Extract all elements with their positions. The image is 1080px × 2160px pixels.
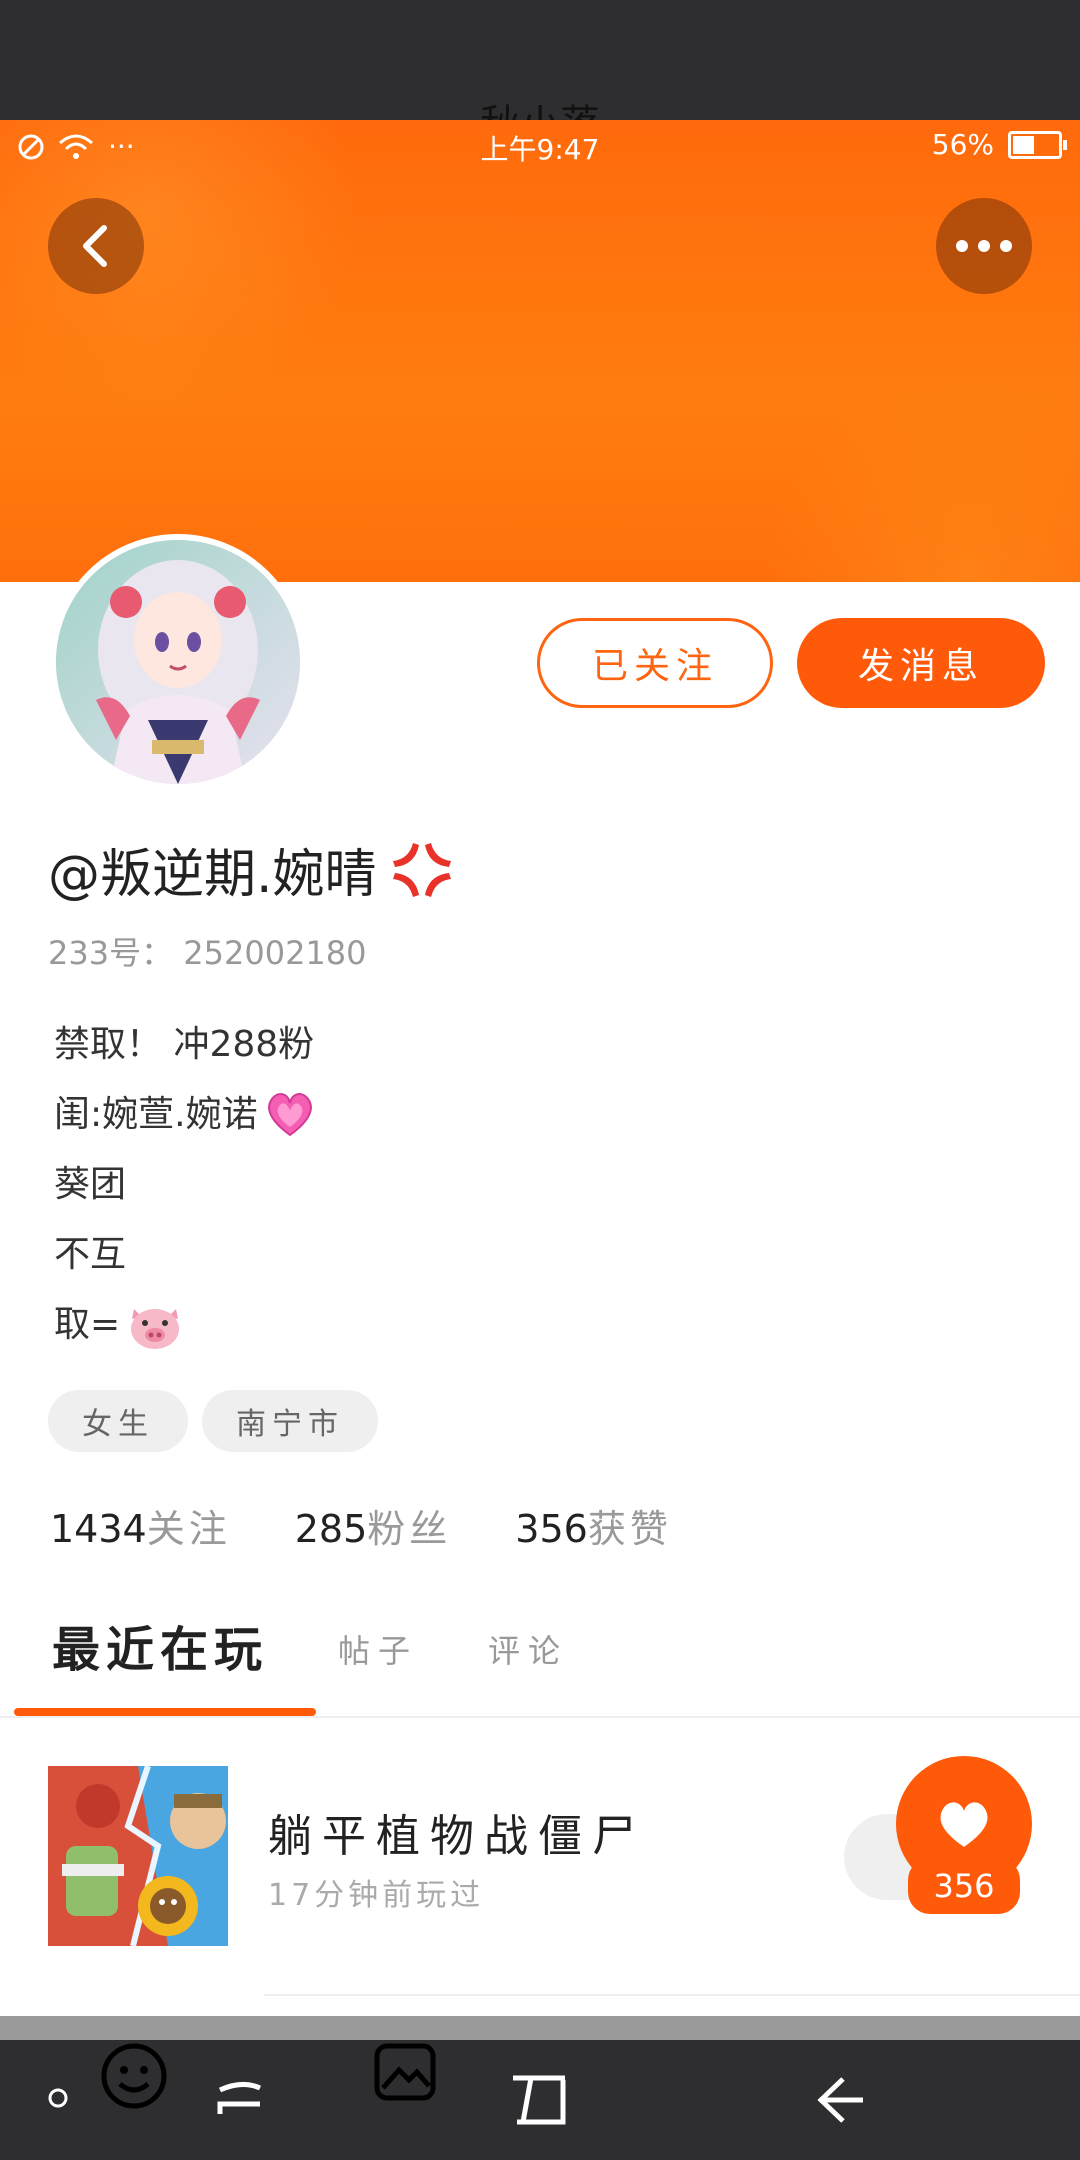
profile-tags: 女生 南宁市: [48, 1390, 378, 1452]
user-id: 233号： 252002180: [48, 928, 367, 974]
username: @叛逆期.婉晴: [48, 832, 457, 907]
game-icon: [48, 1766, 228, 1946]
tab-comments[interactable]: 评论: [488, 1626, 568, 1680]
tab-recently-played[interactable]: 最近在玩: [52, 1610, 268, 1680]
avatar-illustration: [56, 540, 300, 784]
status-bar: ··· 上午9:47 56%: [0, 120, 1080, 170]
more-button[interactable]: [936, 198, 1032, 294]
following-stat[interactable]: 1434关注: [50, 1498, 231, 1553]
bio-line: 闺:婉萱.婉诺: [54, 1080, 316, 1150]
app-bar-background: 秋小落: [0, 0, 1080, 120]
avatar[interactable]: [50, 534, 306, 790]
heart-icon: [940, 1802, 988, 1847]
user-id-value: 252002180: [183, 934, 367, 972]
system-nav-bar: [0, 2040, 1080, 2160]
bio-line: 不互: [54, 1234, 127, 1275]
bio-line: 取=: [54, 1290, 316, 1360]
followers-stat[interactable]: 285粉丝: [295, 1498, 452, 1553]
like-count: 356: [908, 1858, 1020, 1914]
send-message-button[interactable]: 发消息: [797, 618, 1045, 708]
tab-indicator: [14, 1708, 316, 1716]
gender-tag[interactable]: 女生: [48, 1390, 188, 1452]
likes-stat[interactable]: 356获赞: [515, 1498, 672, 1553]
followed-button[interactable]: 已关注: [537, 618, 773, 708]
bio-line: 葵团: [54, 1164, 127, 1205]
battery-icon: [1008, 130, 1067, 159]
row-divider: [264, 1994, 1080, 1996]
user-id-label: 233号：: [48, 934, 174, 972]
location-tag[interactable]: 南宁市: [202, 1390, 378, 1452]
anger-emoji-icon: [392, 842, 451, 897]
recent-apps-icon[interactable]: [208, 2070, 272, 2130]
back-button[interactable]: [48, 198, 144, 294]
pink-heart-emoji-icon: [267, 1093, 312, 1137]
back-nav-icon[interactable]: [810, 2070, 870, 2130]
page-title: 秋小落: [0, 92, 1080, 120]
profile-stats: 1434关注 285粉丝 356获赞: [50, 1498, 672, 1553]
game-name: 躺平植物战僵尸: [268, 1811, 646, 1862]
profile-tabs: 最近在玩 帖子 评论: [52, 1610, 568, 1680]
tab-posts[interactable]: 帖子: [338, 1626, 418, 1680]
status-time: 上午9:47: [480, 133, 600, 166]
bottom-divider: [0, 2016, 1080, 2040]
profile-banner: [0, 120, 1080, 582]
nav-dot-icon[interactable]: [40, 2080, 76, 2116]
home-icon[interactable]: [504, 2070, 574, 2130]
username-text: @叛逆期.婉晴: [48, 845, 377, 905]
chevron-left-icon: [83, 225, 107, 267]
more-dots-icon: [956, 240, 1012, 252]
emoji-keyboard-icon[interactable]: [98, 2040, 170, 2112]
bio-line: 禁取！ 冲288粉: [54, 1024, 315, 1065]
bio: 禁取！ 冲288粉 闺:婉萱.婉诺 葵团 不互 取=: [54, 1010, 316, 1360]
tab-divider: [0, 1716, 1080, 1718]
game-last-played: 17分钟前玩过: [268, 1878, 485, 1913]
battery-percent: 56%: [931, 128, 994, 161]
image-icon[interactable]: [372, 2040, 438, 2104]
pig-face-emoji-icon: [131, 1309, 180, 1349]
